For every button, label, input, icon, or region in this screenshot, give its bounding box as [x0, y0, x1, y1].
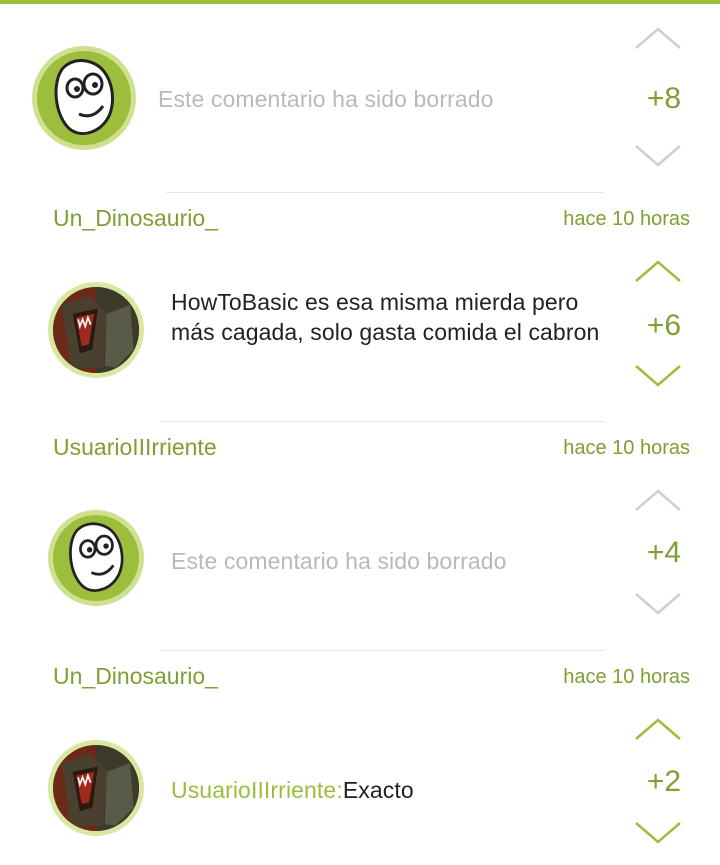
comment-timestamp: hace 10 horas — [563, 208, 690, 230]
upvote-icon[interactable] — [634, 717, 682, 741]
upvote-icon[interactable] — [634, 488, 682, 512]
vote-control: +2 — [634, 717, 694, 847]
comment-meta: Un_Dinosaurio_ hace 10 horas — [0, 663, 720, 693]
comment-text: Este comentario ha sido borrado — [171, 548, 507, 574]
vote-score: +8 — [646, 82, 682, 115]
vote-control: +4 — [634, 488, 694, 618]
vote-control: +8 — [634, 26, 694, 167]
top-accent-bar — [0, 0, 720, 4]
smiley-icon[interactable] — [48, 510, 144, 606]
dinosaur-avatar[interactable] — [48, 282, 144, 378]
comment-author[interactable]: Un_Dinosaurio_ — [53, 663, 218, 690]
comment-author[interactable]: Un_Dinosaurio_ — [53, 205, 218, 232]
divider — [160, 650, 604, 651]
comment-timestamp: hace 10 horas — [563, 437, 690, 459]
vote-score: +2 — [646, 765, 682, 798]
comment-text: UsuarioIIIrriente:Exacto — [171, 775, 611, 805]
comment-meta: Un_Dinosaurio_ hace 10 horas — [0, 205, 720, 235]
vote-score: +6 — [646, 309, 682, 342]
downvote-icon[interactable] — [634, 821, 682, 845]
downvote-icon[interactable] — [634, 144, 682, 168]
vote-control: +6 — [634, 259, 694, 389]
divider — [160, 421, 604, 422]
comment-text: HowToBasic es esa misma mierda pero más … — [171, 289, 600, 345]
smiley-icon[interactable] — [32, 46, 136, 150]
downvote-icon[interactable] — [634, 592, 682, 616]
comment-author[interactable]: UsuarioIIIrriente — [53, 434, 217, 461]
downvote-icon[interactable] — [634, 364, 682, 388]
comment-timestamp: hace 10 horas — [563, 666, 690, 688]
upvote-icon[interactable] — [634, 259, 682, 283]
comment-text: Este comentario ha sido borrado — [158, 86, 494, 112]
comment-meta: UsuarioIIIrriente hace 10 horas — [0, 434, 720, 464]
divider — [166, 192, 604, 193]
vote-score: +4 — [646, 536, 682, 569]
dinosaur-avatar[interactable] — [48, 740, 144, 836]
reply-mention[interactable]: UsuarioIIIrriente: — [171, 777, 343, 803]
comment-text-body: Exacto — [342, 777, 414, 803]
upvote-icon[interactable] — [634, 26, 682, 50]
